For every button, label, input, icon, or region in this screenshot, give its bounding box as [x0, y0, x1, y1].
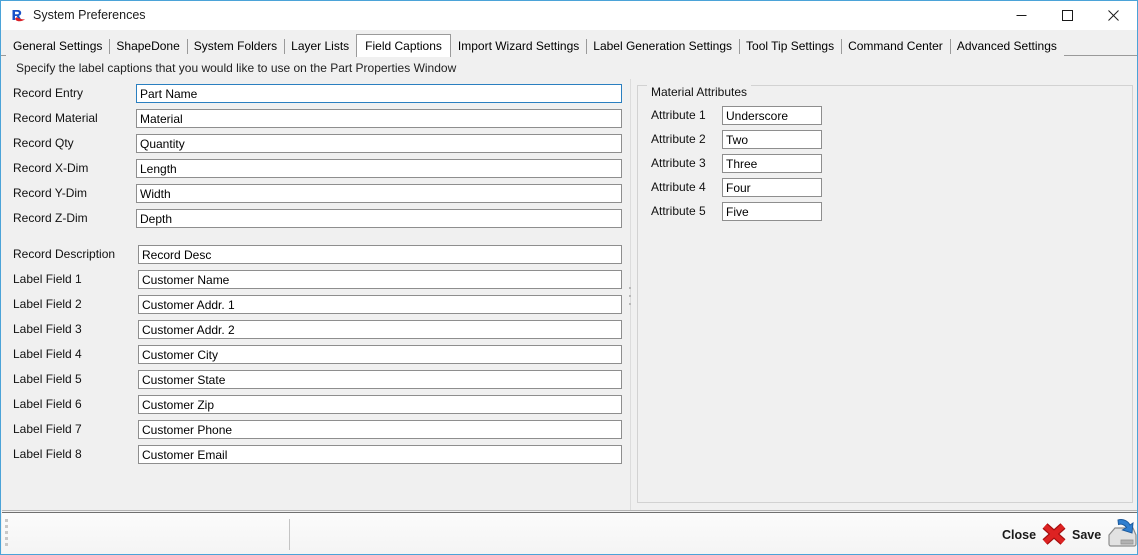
input-attribute-2[interactable]: [722, 130, 822, 149]
window-title: System Preferences: [33, 8, 146, 22]
tab-layer-lists[interactable]: Layer Lists: [284, 37, 357, 56]
tab-import-wizard-settings[interactable]: Import Wizard Settings: [450, 37, 587, 56]
label-record-z-dim: Record Z-Dim: [13, 211, 88, 225]
input-record-qty[interactable]: [136, 134, 622, 153]
save-button[interactable]: Save: [1070, 518, 1137, 552]
label-label-field-2: Label Field 2: [13, 297, 82, 311]
input-label-field-8[interactable]: [138, 445, 622, 464]
material-attributes-groupbox: Material Attributes Attribute 1 Attribut…: [637, 85, 1133, 503]
tab-shapedone[interactable]: ShapeDone: [109, 37, 187, 56]
tab-system-folders[interactable]: System Folders: [186, 37, 285, 56]
grip-dot: [5, 519, 8, 522]
material-attributes-title: Material Attributes: [647, 85, 752, 99]
input-attribute-1[interactable]: [722, 106, 822, 125]
save-button-label: Save: [1072, 528, 1102, 542]
status-bar: Close Save: [2, 513, 1137, 554]
label-label-field-3: Label Field 3: [13, 322, 82, 336]
input-label-field-6[interactable]: [138, 395, 622, 414]
tab-label-generation-settings[interactable]: Label Generation Settings: [586, 37, 740, 56]
system-preferences-window: System Preferences General Settings Shap…: [0, 0, 1138, 555]
grip-dot: [5, 531, 8, 534]
input-label-field-1[interactable]: [138, 270, 622, 289]
input-label-field-2[interactable]: [138, 295, 622, 314]
minimize-icon[interactable]: [998, 1, 1044, 30]
input-record-entry[interactable]: [136, 84, 622, 103]
label-record-description: Record Description: [13, 247, 116, 261]
label-record-y-dim: Record Y-Dim: [13, 186, 88, 200]
grip-dot: [5, 543, 8, 546]
material-attributes-panel: Material Attributes Attribute 1 Attribut…: [633, 79, 1136, 510]
tab-list: General Settings ShapeDone System Folder…: [6, 33, 1064, 57]
close-icon[interactable]: [1090, 1, 1136, 30]
tab-command-center[interactable]: Command Center: [841, 37, 950, 56]
label-label-field-4: Label Field 4: [13, 347, 82, 361]
label-label-field-6: Label Field 6: [13, 397, 82, 411]
splitter-grip-dot: [629, 287, 631, 289]
input-record-x-dim[interactable]: [136, 159, 622, 178]
input-label-field-7[interactable]: [138, 420, 622, 439]
splitter-grip-dot: [629, 295, 631, 297]
label-label-field-5: Label Field 5: [13, 372, 82, 386]
r-logo-icon: [10, 8, 26, 24]
statusbar-grip-handle[interactable]: [5, 519, 8, 549]
tab-content-field-captions: Specify the label captions that you woul…: [2, 57, 1136, 510]
label-record-material: Record Material: [13, 111, 98, 125]
hint-text: Specify the label captions that you woul…: [16, 61, 457, 75]
title-bar: System Preferences: [1, 1, 1137, 30]
input-record-description[interactable]: [138, 245, 622, 264]
label-attribute-4: Attribute 4: [651, 180, 706, 194]
label-attribute-1: Attribute 1: [651, 108, 706, 122]
grip-dot: [5, 525, 8, 528]
close-button-label: Close: [1002, 528, 1037, 542]
label-attribute-5: Attribute 5: [651, 204, 706, 218]
input-attribute-3[interactable]: [722, 154, 822, 173]
grip-dot: [5, 537, 8, 540]
label-label-field-1: Label Field 1: [13, 272, 82, 286]
label-record-qty: Record Qty: [13, 136, 74, 150]
input-label-field-4[interactable]: [138, 345, 622, 364]
input-record-y-dim[interactable]: [136, 184, 622, 203]
input-attribute-4[interactable]: [722, 178, 822, 197]
label-label-field-8: Label Field 8: [13, 447, 82, 461]
input-label-field-3[interactable]: [138, 320, 622, 339]
close-button[interactable]: Close: [1000, 518, 1070, 552]
label-attribute-2: Attribute 2: [651, 132, 706, 146]
tab-tool-tip-settings[interactable]: Tool Tip Settings: [739, 37, 842, 56]
label-attribute-3: Attribute 3: [651, 156, 706, 170]
tab-general-settings[interactable]: General Settings: [6, 37, 110, 56]
statusbar-divider: [289, 519, 290, 550]
panel-splitter[interactable]: [629, 79, 632, 510]
input-label-field-5[interactable]: [138, 370, 622, 389]
label-record-entry: Record Entry: [13, 86, 84, 100]
tab-strip: General Settings ShapeDone System Folder…: [1, 30, 1137, 57]
record-fields-panel: Record Entry Record Material Record Qty …: [2, 79, 628, 510]
maximize-icon[interactable]: [1044, 1, 1090, 30]
label-record-x-dim: Record X-Dim: [13, 161, 89, 175]
splitter-grip-dot: [629, 303, 631, 305]
tab-field-captions[interactable]: Field Captions: [356, 34, 451, 57]
label-label-field-7: Label Field 7: [13, 422, 82, 436]
tab-advanced-settings[interactable]: Advanced Settings: [949, 37, 1064, 56]
red-x-icon: [1040, 520, 1068, 551]
input-record-z-dim[interactable]: [136, 209, 622, 228]
input-attribute-5[interactable]: [722, 202, 822, 221]
save-disk-icon: [1105, 518, 1137, 552]
input-record-material[interactable]: [136, 109, 622, 128]
